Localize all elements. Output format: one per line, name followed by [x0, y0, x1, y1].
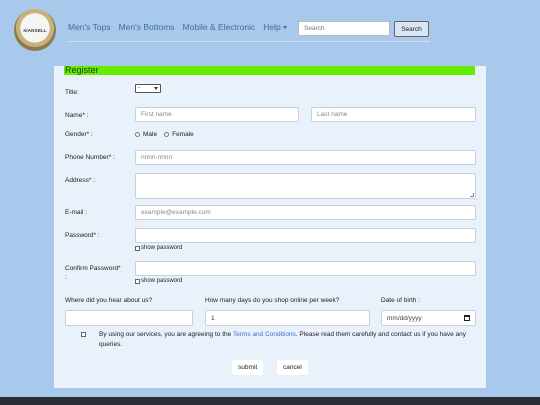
last-name-input[interactable] [311, 107, 476, 122]
calendar-icon[interactable] [464, 315, 470, 321]
hear-about-input[interactable] [65, 310, 193, 326]
gender-female-label: Female [172, 131, 194, 138]
phone-input[interactable] [135, 150, 476, 165]
nav-divider [68, 41, 430, 42]
logo-text: XIANSELL [23, 27, 47, 33]
show-password-label: show password [141, 245, 183, 251]
hear-about-label: Where did you hear about us? [65, 297, 153, 304]
shop-days-label: How many days do you shop online per wee… [205, 297, 340, 304]
password-input[interactable] [135, 228, 476, 243]
email-input[interactable] [135, 205, 476, 220]
site-logo[interactable]: XIANSELL [14, 9, 56, 51]
first-name-input[interactable] [135, 107, 299, 122]
chevron-down-icon [282, 26, 287, 30]
confirm-password-colon: : [65, 274, 67, 281]
resize-handle-icon[interactable] [470, 193, 474, 197]
title-select[interactable]: - [135, 84, 161, 93]
address-textarea[interactable] [135, 173, 476, 199]
search-button[interactable]: Search [394, 21, 429, 37]
gender-label: Gender* : [65, 131, 93, 138]
password-label: Password* : [65, 232, 100, 239]
email-label: E-mail : [65, 209, 88, 216]
terms-link[interactable]: Terms and Conditions [233, 331, 296, 338]
terms-text-before: By using our services, you are agreeing … [99, 331, 233, 338]
nav-mens-bottoms[interactable]: Men's Bottoms [119, 22, 175, 32]
address-label: Address* : [65, 177, 95, 184]
nav-help-label: Help [263, 22, 281, 32]
register-title: Register [64, 66, 475, 75]
confirm-password-input[interactable] [135, 261, 476, 276]
phone-label: Phone Number* : [65, 154, 115, 161]
shop-days-input[interactable] [205, 310, 370, 326]
title-label: Title: [65, 89, 79, 96]
register-panel: Register Title: - Name* : Gender* : Male… [54, 66, 486, 388]
gender-male-radio[interactable] [135, 132, 140, 137]
search-input[interactable] [298, 21, 390, 36]
gender-male-label: Male [143, 131, 158, 138]
nav-help[interactable]: Help [263, 22, 287, 32]
nav-links: Men's Tops Men's Bottoms Mobile & Electr… [68, 22, 287, 32]
dob-placeholder: mm/dd/yyyy [387, 314, 422, 322]
nav-mobile-electronic[interactable]: Mobile & Electronic [183, 22, 256, 32]
navbar: XIANSELL Men's Tops Men's Bottoms Mobile… [0, 0, 540, 58]
gender-radio-group: Male Female [135, 131, 194, 138]
show-password-row: show password [135, 245, 182, 251]
show-password-checkbox[interactable] [135, 245, 140, 251]
terms-checkbox[interactable] [81, 332, 86, 337]
confirm-password-label: Confirm Password* [65, 265, 121, 272]
title-select-value: - [138, 85, 140, 91]
name-label: Name* : [65, 112, 89, 119]
show-confirm-password-label: show password [141, 278, 183, 284]
footer [0, 397, 540, 405]
cancel-button[interactable]: cancel [277, 360, 308, 375]
terms-text: By using our services, you are agreeing … [99, 330, 479, 350]
show-confirm-password-row: show password [135, 278, 182, 284]
chevron-down-icon [154, 87, 158, 90]
dob-label: Date of birth : [381, 297, 421, 304]
nav-mens-tops[interactable]: Men's Tops [68, 22, 111, 32]
submit-button[interactable]: submit [232, 360, 264, 375]
gender-female-radio[interactable] [164, 132, 170, 137]
dob-input[interactable]: mm/dd/yyyy [381, 310, 476, 326]
show-confirm-password-checkbox[interactable] [135, 278, 140, 284]
